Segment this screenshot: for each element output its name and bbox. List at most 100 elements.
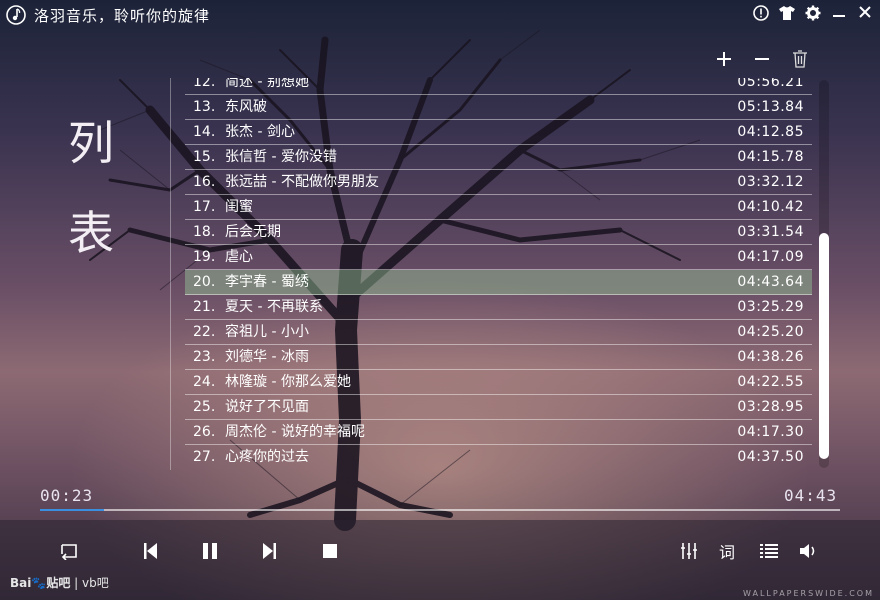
add-icon[interactable] xyxy=(714,50,734,70)
track-number: 27. xyxy=(193,449,216,465)
track-number: 18. xyxy=(193,224,216,240)
track-row[interactable]: 13. 东风破 05:13.84 xyxy=(185,95,812,120)
track-name: 张信哲 - 爱你没错 xyxy=(225,149,337,165)
track-name: 周杰伦 - 说好的幸福呢 xyxy=(225,424,365,440)
track-duration: 03:28.95 xyxy=(737,399,804,415)
track-number: 23. xyxy=(193,349,216,365)
track-number: 17. xyxy=(193,199,216,215)
playlist: 12. 简述 - 别想她 05:56.21 13. 东风破 05:13.84 14.… xyxy=(185,78,812,468)
track-number: 15. xyxy=(193,149,216,165)
skin-shirt-icon[interactable] xyxy=(778,5,796,23)
settings-gear-icon[interactable] xyxy=(804,5,822,23)
baidu-paw-icon: 🐾 xyxy=(31,576,47,590)
track-row[interactable]: 16. 张远喆 - 不配做你男朋友 03:32.12 xyxy=(185,170,812,195)
trash-icon[interactable] xyxy=(790,50,810,70)
track-row[interactable]: 14. 张杰 - 剑心 04:12.85 xyxy=(185,120,812,145)
track-name: 后会无期 xyxy=(225,224,281,240)
track-duration: 03:25.29 xyxy=(737,299,804,315)
track-duration: 04:12.85 xyxy=(737,124,804,140)
track-duration: 04:25.20 xyxy=(737,324,804,340)
music-note-icon xyxy=(6,5,26,25)
next-track-icon[interactable] xyxy=(259,540,281,562)
watermark-sep: | xyxy=(74,576,79,590)
track-duration: 04:17.09 xyxy=(737,249,804,265)
track-name: 心疼你的过去 xyxy=(225,449,309,465)
pause-icon[interactable] xyxy=(199,540,221,562)
track-name: 简述 - 别想她 xyxy=(225,78,309,90)
watermark-brand-b: 贴吧 xyxy=(46,576,71,590)
track-row[interactable]: 27. 心疼你的过去 04:37.50 xyxy=(185,445,812,468)
track-name: 容祖儿 - 小小 xyxy=(225,324,309,340)
track-row[interactable]: 23. 刘德华 - 冰雨 04:38.26 xyxy=(185,345,812,370)
minimize-icon[interactable] xyxy=(830,5,848,23)
track-name: 闺蜜 xyxy=(225,199,253,215)
playlist-rows: 12. 简述 - 别想她 05:56.21 13. 东风破 05:13.84 14.… xyxy=(185,78,812,468)
track-duration: 04:22.55 xyxy=(737,374,804,390)
track-duration: 04:38.26 xyxy=(737,349,804,365)
divider xyxy=(170,78,171,470)
title-bar: 洛羽音乐，聆听你的旋律 xyxy=(0,0,880,30)
track-name: 李宇春 - 蜀绣 xyxy=(225,274,309,290)
lyrics-button[interactable]: 词 xyxy=(716,540,738,562)
track-number: 19. xyxy=(193,249,216,265)
watermark-forum: vb吧 xyxy=(82,576,109,590)
track-row[interactable]: 15. 张信哲 - 爱你没错 04:15.78 xyxy=(185,145,812,170)
track-name: 刘德华 - 冰雨 xyxy=(225,349,309,365)
track-number: 12. xyxy=(193,78,216,90)
track-name: 张远喆 - 不配做你男朋友 xyxy=(225,174,379,190)
track-number: 22. xyxy=(193,324,216,340)
side-title-char-1: 列 xyxy=(68,116,114,170)
track-duration: 05:56.21 xyxy=(737,78,804,90)
playlist-scrollbar[interactable] xyxy=(819,80,829,468)
watermark-brand-a: Bai xyxy=(10,576,32,590)
track-name: 虐心 xyxy=(225,249,253,265)
previous-track-icon[interactable] xyxy=(139,540,161,562)
track-duration: 05:13.84 xyxy=(737,99,804,115)
info-icon[interactable] xyxy=(752,5,770,23)
track-name: 林隆璇 - 你那么爱她 xyxy=(225,374,351,390)
track-number: 20. xyxy=(193,274,216,290)
remove-icon[interactable] xyxy=(752,50,772,70)
track-duration: 04:43.64 xyxy=(737,274,804,290)
progress-bar-fill xyxy=(40,509,104,511)
track-row[interactable]: 18. 后会无期 03:31.54 xyxy=(185,220,812,245)
track-duration: 03:31.54 xyxy=(737,224,804,240)
track-row[interactable]: 19. 虐心 04:17.09 xyxy=(185,245,812,270)
progress-bar[interactable] xyxy=(40,509,840,511)
track-duration: 03:32.12 xyxy=(737,174,804,190)
wallpaper-watermark: WALLPAPERSWIDE.COM xyxy=(743,589,874,598)
track-number: 13. xyxy=(193,99,216,115)
track-number: 26. xyxy=(193,424,216,440)
playlist-actions xyxy=(714,50,810,70)
track-duration: 04:15.78 xyxy=(737,149,804,165)
elapsed-time: 00:23 xyxy=(40,486,94,505)
track-number: 14. xyxy=(193,124,216,140)
track-row[interactable]: 24. 林隆璇 - 你那么爱她 04:22.55 xyxy=(185,370,812,395)
track-row[interactable]: 26. 周杰伦 - 说好的幸福呢 04:17.30 xyxy=(185,420,812,445)
scrollbar-thumb[interactable] xyxy=(819,233,829,459)
track-number: 25. xyxy=(193,399,216,415)
stop-icon[interactable] xyxy=(319,540,341,562)
window-title: 洛羽音乐，聆听你的旋律 xyxy=(34,7,211,25)
track-row[interactable]: 17. 闺蜜 04:10.42 xyxy=(185,195,812,220)
track-name: 说好了不见面 xyxy=(225,399,309,415)
playlist-menu-icon[interactable] xyxy=(758,540,780,562)
side-title-char-2: 表 xyxy=(68,206,114,260)
volume-icon[interactable] xyxy=(798,540,820,562)
play-mode-loop-icon[interactable] xyxy=(58,540,80,562)
total-time: 04:43 xyxy=(784,486,838,505)
track-row[interactable]: 21. 夏天 - 不再联系 03:25.29 xyxy=(185,295,812,320)
track-row-active[interactable]: 20. 李宇春 - 蜀绣 04:43.64 xyxy=(185,270,812,295)
track-duration: 04:17.30 xyxy=(737,424,804,440)
close-icon[interactable] xyxy=(856,5,874,23)
track-row[interactable]: 22. 容祖儿 - 小小 04:25.20 xyxy=(185,320,812,345)
track-row[interactable]: 25. 说好了不见面 03:28.95 xyxy=(185,395,812,420)
track-name: 张杰 - 剑心 xyxy=(225,124,295,140)
track-row[interactable]: 12. 简述 - 别想她 05:56.21 xyxy=(185,78,812,95)
track-number: 24. xyxy=(193,374,216,390)
track-number: 21. xyxy=(193,299,216,315)
track-number: 16. xyxy=(193,174,216,190)
track-name: 夏天 - 不再联系 xyxy=(225,299,323,315)
equalizer-icon[interactable] xyxy=(678,540,700,562)
baidu-watermark: Bai🐾贴吧 | vb吧 xyxy=(10,574,109,591)
